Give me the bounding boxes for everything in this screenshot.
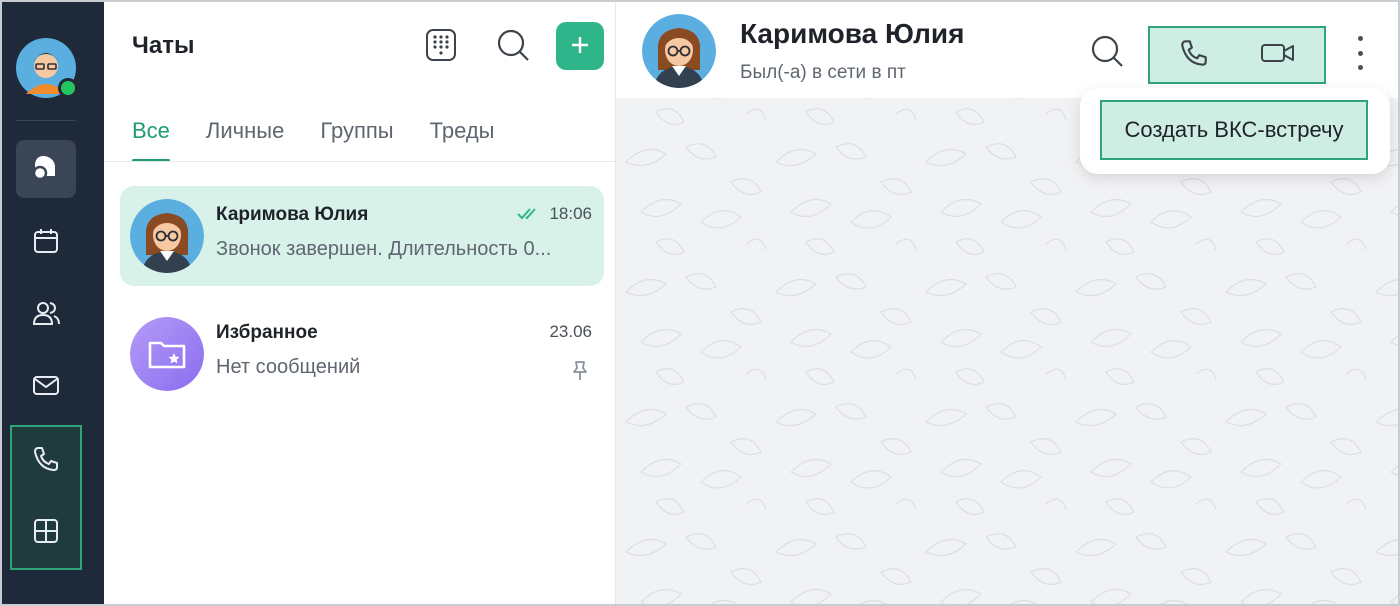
rail-item-calendar[interactable] bbox=[16, 214, 76, 272]
rail-item-apps[interactable] bbox=[16, 504, 76, 562]
online-indicator bbox=[58, 78, 78, 98]
more-dot bbox=[1357, 50, 1363, 56]
video-call-button[interactable] bbox=[1238, 28, 1318, 82]
dialpad-button[interactable] bbox=[422, 28, 460, 66]
chat-item-karimova[interactable]: Каримова Юлия 18:06 Звонок завершен. Дли… bbox=[120, 186, 604, 286]
rail-item-mail[interactable] bbox=[16, 358, 76, 416]
avatar bbox=[130, 199, 204, 273]
calendar-icon bbox=[31, 226, 61, 261]
contacts-icon bbox=[31, 298, 61, 333]
phone-icon bbox=[31, 444, 61, 479]
chat-time: 18:06 bbox=[549, 204, 592, 223]
rail-item-calls[interactable] bbox=[16, 432, 76, 490]
search-icon bbox=[496, 28, 530, 67]
search-chats-button[interactable] bbox=[494, 28, 532, 66]
rail-item-chats[interactable] bbox=[16, 140, 76, 198]
chats-title: Чаты bbox=[132, 32, 195, 59]
rail-divider bbox=[16, 120, 76, 121]
contact-avatar[interactable] bbox=[642, 14, 716, 88]
apps-icon bbox=[31, 516, 61, 551]
favorites-avatar bbox=[130, 317, 204, 391]
conversation-header: Каримова Юлия Был(-а) в сети в пт bbox=[616, 2, 1398, 98]
tab-all[interactable]: Все bbox=[132, 118, 170, 162]
chat-name: Избранное bbox=[216, 322, 318, 343]
user-avatar[interactable] bbox=[16, 38, 78, 98]
audio-call-button[interactable] bbox=[1154, 28, 1234, 82]
chat-time: 23.06 bbox=[549, 322, 592, 341]
tab-threads[interactable]: Треды bbox=[430, 118, 495, 162]
chat-tabs: Все Личные Группы Треды bbox=[132, 118, 494, 162]
conversation-pane: Каримова Юлия Был(-а) в сети в пт Создат… bbox=[616, 2, 1398, 604]
more-dot bbox=[1357, 36, 1363, 41]
tabs-divider bbox=[104, 161, 616, 162]
video-camera-icon bbox=[1260, 41, 1296, 70]
app-window: Чаты Все Личные Группы Треды Каримова Юл… bbox=[0, 0, 1400, 606]
chat-item-favorites[interactable]: Избранное 23.06 Нет сообщений bbox=[120, 304, 604, 404]
chat-preview: Нет сообщений bbox=[216, 356, 361, 378]
tab-groups[interactable]: Группы bbox=[320, 118, 393, 162]
mail-icon bbox=[31, 370, 61, 405]
plus-icon bbox=[570, 29, 590, 63]
chats-panel: Чаты Все Личные Группы Треды Каримова Юл… bbox=[104, 2, 616, 604]
more-options-button[interactable] bbox=[1350, 36, 1370, 70]
search-in-chat-button[interactable] bbox=[1088, 34, 1126, 72]
search-icon bbox=[1090, 34, 1124, 73]
contact-status: Был(-а) в сети в пт bbox=[740, 62, 906, 83]
chat-name: Каримова Юлия bbox=[216, 204, 369, 225]
rail-item-contacts[interactable] bbox=[16, 286, 76, 344]
more-dot bbox=[1357, 65, 1363, 70]
chats-icon bbox=[31, 152, 61, 187]
dialpad-icon bbox=[425, 28, 457, 67]
create-vks-meeting-item[interactable]: Создать ВКС-встречу bbox=[1100, 100, 1368, 160]
pin-icon bbox=[570, 360, 590, 387]
call-dropdown-menu: Создать ВКС-встречу bbox=[1080, 88, 1390, 174]
new-chat-button[interactable] bbox=[556, 22, 604, 70]
tab-personal[interactable]: Личные bbox=[206, 118, 284, 162]
contact-name: Каримова Юлия bbox=[740, 18, 965, 49]
call-actions-group bbox=[1148, 26, 1326, 84]
double-check-icon bbox=[516, 206, 542, 227]
chat-preview: Звонок завершен. Длительность 0... bbox=[216, 238, 552, 260]
phone-icon bbox=[1178, 37, 1210, 74]
nav-rail bbox=[2, 2, 104, 604]
